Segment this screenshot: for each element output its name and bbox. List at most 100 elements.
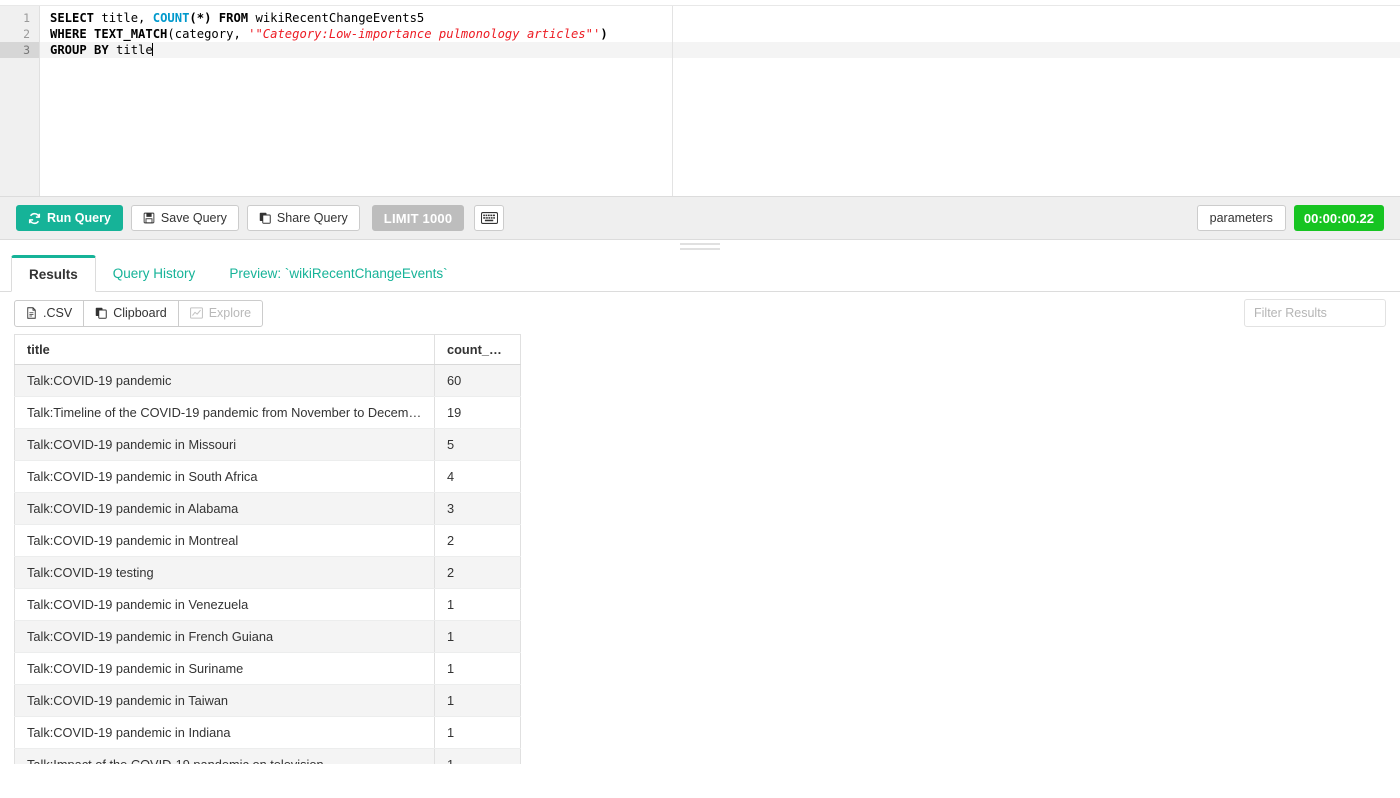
results-table: title count_star Talk:COVID-19 pandemic 60… xyxy=(14,334,521,764)
export-csv-button[interactable]: .CSV xyxy=(14,299,85,327)
code-token: (*) xyxy=(189,11,219,25)
editor-code-line: GROUP BY title xyxy=(40,42,1400,58)
table-header-row: title count_star xyxy=(14,334,521,365)
cell-title: Talk:COVID-19 pandemic in Montreal xyxy=(14,524,435,557)
cell-count-star: 19 xyxy=(434,396,521,429)
query-action-toolbar: Run Query Save Query Share Query LIMIT 1… xyxy=(0,197,1400,240)
chart-line-icon xyxy=(189,307,203,319)
explore-label: Explore xyxy=(208,306,252,320)
cell-count-star: 1 xyxy=(434,684,521,717)
code-token: GROUP BY xyxy=(50,43,109,57)
table-row[interactable]: Talk:COVID-19 testing 2 xyxy=(14,556,521,589)
table-row[interactable]: Talk:Timeline of the COVID-19 pandemic f… xyxy=(14,396,521,429)
results-toolbar: .CSV Clipboard Explore xyxy=(0,292,1400,334)
code-token: '"Category:Low-importance pulmonology ar… xyxy=(248,27,601,41)
tab-label: Preview: `wikiRecentChangeEvents` xyxy=(229,266,448,281)
cell-title: Talk:COVID-19 pandemic in Taiwan xyxy=(14,684,435,717)
cell-count-star: 4 xyxy=(434,460,521,493)
table-row[interactable]: Talk:COVID-19 pandemic in French Guiana 1 xyxy=(14,620,521,653)
cell-count-star: 60 xyxy=(434,364,521,397)
save-query-label: Save Query xyxy=(160,211,227,225)
share-query-label: Share Query xyxy=(276,211,348,225)
editor-code-line: WHERE TEXT_MATCH(category, '"Category:Lo… xyxy=(40,26,1400,42)
editor-margin-guide xyxy=(672,6,673,196)
cell-title: Talk:COVID-19 pandemic xyxy=(14,364,435,397)
cell-title: Talk:COVID-19 pandemic in French Guiana xyxy=(14,620,435,653)
limit-button[interactable]: LIMIT 1000 xyxy=(371,205,465,231)
editor-line-number: 2 xyxy=(23,27,30,41)
table-row[interactable]: Talk:COVID-19 pandemic in Missouri 5 xyxy=(14,428,521,461)
table-row[interactable]: Talk:COVID-19 pandemic 60 xyxy=(14,364,521,397)
tab-preview-wikirecentchangeevents[interactable]: Preview: `wikiRecentChangeEvents` xyxy=(212,255,464,292)
results-tab-bar: Results Query History Preview: `wikiRecent… xyxy=(0,254,1400,292)
share-query-button[interactable]: Share Query xyxy=(246,205,360,231)
limit-label: LIMIT 1000 xyxy=(383,210,453,226)
save-query-button[interactable]: Save Query xyxy=(130,205,239,231)
editor-line-number: 1 xyxy=(23,11,30,25)
code-token: TEXT_MATCH xyxy=(86,27,168,41)
filter-results-input[interactable] xyxy=(1244,299,1386,327)
code-token: FROM xyxy=(218,11,249,25)
cell-count-star: 2 xyxy=(434,524,521,557)
cell-count-star: 1 xyxy=(434,620,521,653)
cell-count-star: 1 xyxy=(434,716,521,749)
file-icon xyxy=(26,307,37,319)
code-token: wikiRecentChangeEvents5 xyxy=(248,11,425,25)
editor-code-area[interactable]: SELECT title, COUNT(*) FROM wikiRecentCh… xyxy=(40,6,1400,196)
cell-title: Talk:Impact of the COVID-19 pandemic on … xyxy=(14,748,435,764)
cell-count-star: 3 xyxy=(434,492,521,525)
query-timer-value: 00:00:00.22 xyxy=(1303,210,1374,226)
keyboard-shortcuts-button[interactable] xyxy=(474,205,505,231)
tab-results[interactable]: Results xyxy=(11,255,96,292)
query-editor[interactable]: 1 23 SELECT title, COUNT(*) FROM wikiRece… xyxy=(0,0,1400,197)
table-row[interactable]: Talk:COVID-19 pandemic in South Africa 4 xyxy=(14,460,521,493)
cell-title: Talk:COVID-19 pandemic in Venezuela xyxy=(14,588,435,621)
table-row[interactable]: Talk:COVID-19 pandemic in Taiwan 1 xyxy=(14,684,521,717)
tab-query-history[interactable]: Query History xyxy=(96,255,213,292)
cell-title: Talk:COVID-19 pandemic in Missouri xyxy=(14,428,435,461)
editor-line-number: 3 xyxy=(0,42,39,58)
table-row[interactable]: Talk:COVID-19 pandemic in Montreal 2 xyxy=(14,524,521,557)
cell-count-star: 1 xyxy=(434,748,521,764)
resize-grip-icon xyxy=(680,243,720,253)
editor-line-number-gutter: 1 23 xyxy=(0,6,40,196)
keyboard-icon xyxy=(480,212,498,224)
tab-label: Results xyxy=(29,267,78,282)
code-token: SELECT xyxy=(50,11,95,25)
tab-label: Query History xyxy=(112,266,196,281)
table-row[interactable]: Talk:COVID-19 pandemic in Venezuela 1 xyxy=(14,588,521,621)
query-timer-badge: 00:00:00.22 xyxy=(1293,205,1384,231)
code-token: WHERE xyxy=(50,27,87,41)
code-token: title, xyxy=(94,11,153,25)
cell-title: Talk:COVID-19 pandemic in Indiana xyxy=(14,716,435,749)
panel-resize-handle[interactable] xyxy=(0,240,1400,254)
copy-icon xyxy=(259,212,271,224)
export-button-group: .CSV Clipboard Explore xyxy=(14,299,264,327)
refresh-icon xyxy=(28,212,41,225)
results-table-container[interactable]: title count_star Talk:COVID-19 pandemic 60… xyxy=(0,334,1400,764)
code-token: (category, xyxy=(167,27,249,41)
results-table-body: Talk:COVID-19 pandemic 60 Talk:Timeline of… xyxy=(14,364,521,764)
table-row[interactable]: Talk:COVID-19 pandemic in Suriname 1 xyxy=(14,652,521,685)
cell-count-star: 5 xyxy=(434,428,521,461)
table-row[interactable]: Talk:COVID-19 pandemic in Indiana 1 xyxy=(14,716,521,749)
table-row[interactable]: Talk:COVID-19 pandemic in Alabama 3 xyxy=(14,492,521,525)
table-row[interactable]: Talk:Impact of the COVID-19 pandemic on … xyxy=(14,748,521,764)
run-query-button[interactable]: Run Query xyxy=(16,205,123,231)
copy-clipboard-button[interactable]: Clipboard xyxy=(83,299,179,327)
explore-button[interactable]: Explore xyxy=(177,299,264,327)
results-table-head: title count_star xyxy=(14,334,521,365)
run-query-label: Run Query xyxy=(47,211,111,225)
floppy-disk-icon xyxy=(143,212,155,224)
copy-clipboard-label: Clipboard xyxy=(113,306,167,320)
editor-code-line: SELECT title, COUNT(*) FROM wikiRecentCh… xyxy=(40,10,1400,26)
code-token: ) xyxy=(600,27,608,41)
editor-body[interactable]: 1 23 SELECT title, COUNT(*) FROM wikiRece… xyxy=(0,6,1400,196)
parameters-label: parameters xyxy=(1209,211,1273,225)
export-csv-label: .CSV xyxy=(43,306,73,320)
column-header-count_star[interactable]: count_star xyxy=(434,334,521,365)
column-header-title[interactable]: title xyxy=(14,334,435,365)
parameters-button[interactable]: parameters xyxy=(1196,205,1286,231)
toolbar-right-group: parameters 00:00:00.22 xyxy=(1196,205,1384,231)
cell-title: Talk:COVID-19 pandemic in Alabama xyxy=(14,492,435,525)
